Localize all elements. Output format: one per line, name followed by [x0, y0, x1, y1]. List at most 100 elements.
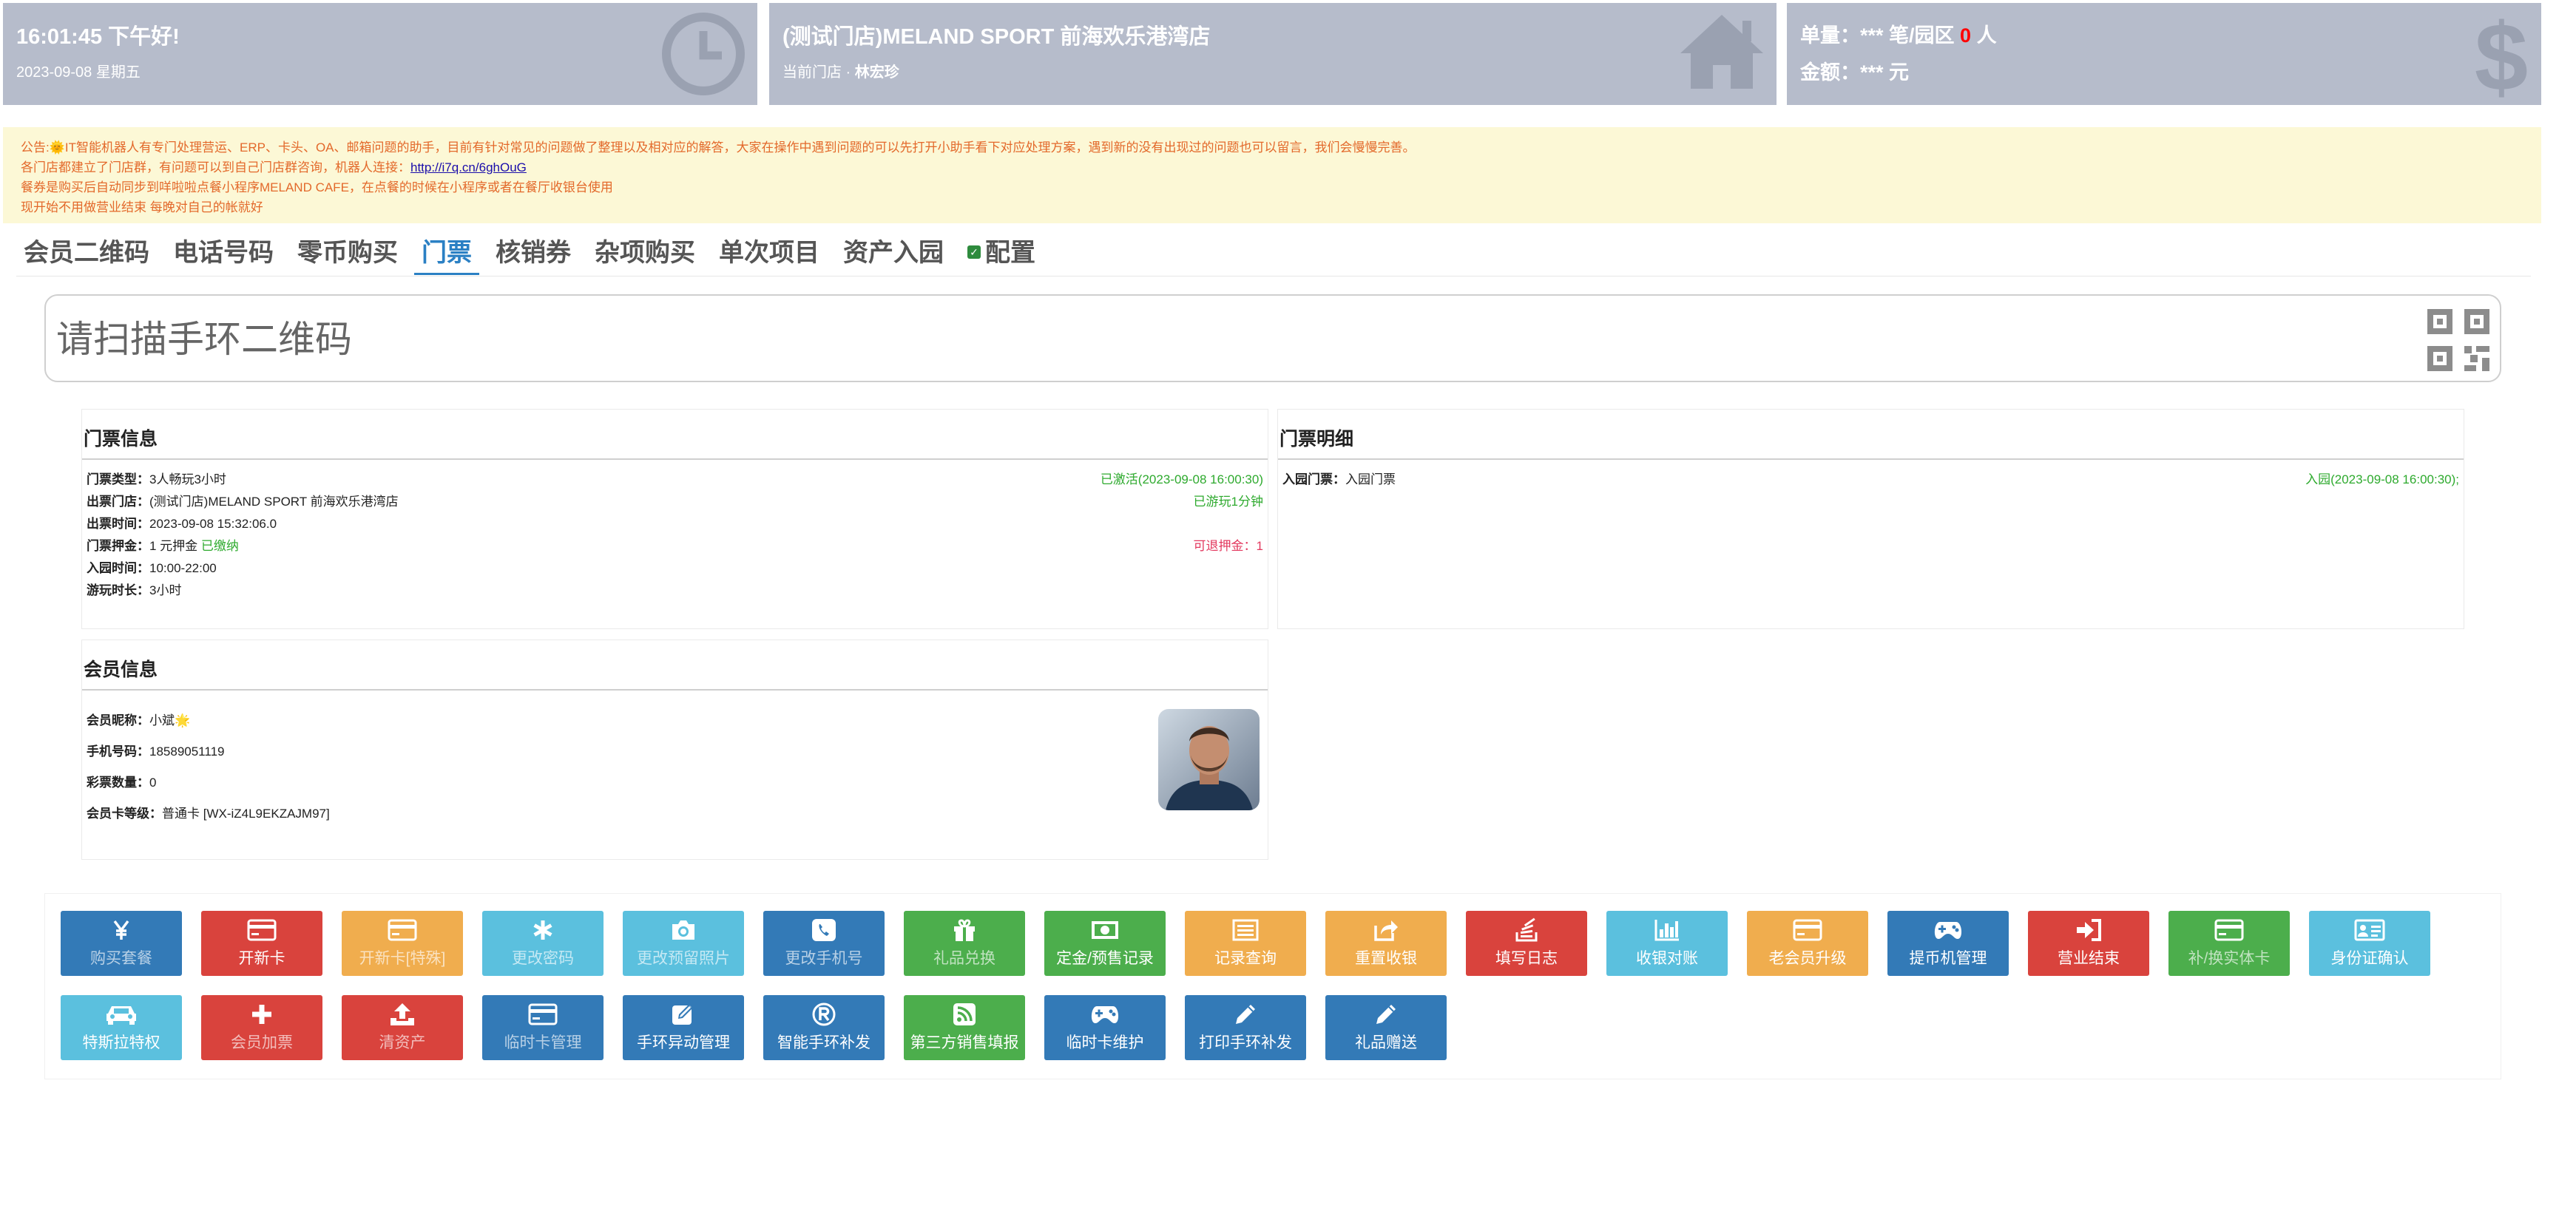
action-button-16[interactable]: 补/换实体卡: [2168, 911, 2290, 976]
action-button-label: 购买套餐: [90, 950, 152, 967]
action-button-19[interactable]: 会员加票: [201, 995, 322, 1060]
ticket-entry-status: 入园(2023-09-08 16:00:30);: [2305, 472, 2459, 486]
ticket-store-label: 出票门店：: [87, 495, 149, 509]
tab-single-item[interactable]: 单次项目: [711, 235, 827, 275]
qrcode-icon[interactable]: [2427, 309, 2489, 375]
checkbox-icon: ✓: [967, 245, 981, 260]
registered-icon: [763, 1001, 885, 1028]
member-nickname-value: 小斌🌟: [149, 713, 191, 727]
ticket-issue-time-label: 出票时间：: [87, 517, 149, 531]
member-info-panel: 会员信息 会员昵称：小斌🌟 手机号码：18589051119 彩票数量：0 会员…: [81, 640, 1268, 860]
action-button-9[interactable]: 记录查询: [1185, 911, 1306, 976]
ticket-entry-row: 入园门票：入园门票 入园(2023-09-08 16:00:30);: [1282, 469, 2459, 491]
clock-icon: [660, 10, 747, 101]
ticket-type-row: 门票类型：3人畅玩3小时 已激活(2023-09-08 16:00:30): [87, 469, 1263, 491]
yen-icon: [61, 917, 182, 943]
tab-config[interactable]: ✓ 配置: [960, 235, 1043, 275]
robot-link[interactable]: http://i7q.cn/6ghOuG: [410, 160, 527, 174]
svg-text:$: $: [2475, 10, 2528, 102]
current-user: 林宏珍: [854, 64, 899, 81]
tab-asset-entry[interactable]: 资产入园: [836, 235, 951, 275]
stats-orders-suffix: 人: [1976, 24, 1997, 47]
action-button-5[interactable]: 更改预留照片: [623, 911, 744, 976]
action-button-7[interactable]: 礼品兑换: [904, 911, 1025, 976]
action-button-1[interactable]: 购买套餐: [61, 911, 182, 976]
action-button-24[interactable]: 第三方销售填报: [904, 995, 1025, 1060]
notice-line-1: 公告:🌞IT智能机器人有专门处理营运、ERP、卡头、OA、邮箱问题的助手，目前有…: [21, 140, 1416, 155]
action-button-label: 更改密码: [512, 950, 574, 967]
ticket-duration-row: 游玩时长：3小时: [87, 580, 1263, 602]
action-button-3[interactable]: 开新卡[特殊]: [342, 911, 463, 976]
dollar-icon: $: [2472, 3, 2531, 105]
action-button-label: 重置收银: [1355, 950, 1417, 967]
ticket-entry-value: 入园门票: [1345, 472, 1396, 486]
action-button-2[interactable]: 开新卡: [201, 911, 322, 976]
asterisk-icon: [482, 917, 604, 943]
ticket-deposit-label: 门票押金：: [87, 539, 149, 553]
action-button-20[interactable]: 清资产: [342, 995, 463, 1060]
member-level-value: 普通卡 [WX-iZ4L9EKZAJM97]: [162, 807, 330, 821]
action-button-label: 记录查询: [1214, 950, 1277, 967]
pencil-icon: [1185, 1001, 1306, 1028]
action-button-13[interactable]: 老会员升级: [1747, 911, 1868, 976]
ticket-detail-title: 门票明细: [1278, 410, 2464, 460]
member-avatar: [1158, 709, 1260, 810]
tab-ticket[interactable]: 门票: [414, 235, 479, 275]
action-button-18[interactable]: 特斯拉特权: [61, 995, 182, 1060]
action-button-23[interactable]: 智能手环补发: [763, 995, 885, 1060]
id-card-icon: [2309, 917, 2430, 943]
notice-line-2: 各门店都建立了门店群，有问题可以到自己门店群咨询，机器人连接：http://i7…: [21, 157, 2523, 177]
action-button-label: 清资产: [379, 1034, 426, 1051]
ticket-type-value: 3人畅玩3小时: [149, 472, 226, 486]
action-button-12[interactable]: 收银对账: [1606, 911, 1728, 976]
ticket-deposit-row: 门票押金：1 元押金 已缴纳 可退押金：1: [87, 535, 1263, 557]
tab-phone[interactable]: 电话号码: [166, 235, 281, 275]
action-button-label: 填写日志: [1495, 950, 1558, 967]
member-level-label: 会员卡等级：: [87, 807, 162, 821]
action-button-21[interactable]: 临时卡管理: [482, 995, 604, 1060]
tab-voucher[interactable]: 核销券: [488, 235, 578, 275]
tab-coin-purchase[interactable]: 零币购买: [290, 235, 405, 275]
action-button-label: 身份证确认: [2330, 950, 2409, 967]
action-button-label: 特斯拉特权: [82, 1034, 160, 1051]
tab-member-qr[interactable]: 会员二维码: [16, 235, 157, 275]
edit-icon: [623, 1001, 744, 1028]
action-button-label: 礼品兑换: [933, 950, 995, 967]
member-lottery-label: 彩票数量：: [87, 776, 149, 790]
action-button-label: 老会员升级: [1768, 950, 1847, 967]
action-button-8[interactable]: 定金/预售记录: [1044, 911, 1166, 976]
notice-line-2-text: 各门店都建立了门店群，有问题可以到自己门店群咨询，机器人连接：: [21, 160, 410, 174]
action-button-25[interactable]: 临时卡维护: [1044, 995, 1166, 1060]
wristband-scan-input[interactable]: [56, 318, 2275, 361]
action-button-17[interactable]: 身份证确认: [2309, 911, 2430, 976]
action-button-label: 收银对账: [1636, 950, 1698, 967]
action-button-26[interactable]: 打印手环补发: [1185, 995, 1306, 1060]
card-icon: [482, 1001, 604, 1028]
action-button-label: 更改预留照片: [637, 950, 730, 967]
share-icon: [1325, 917, 1447, 943]
action-button-4[interactable]: 更改密码: [482, 911, 604, 976]
scan-box: [44, 294, 2501, 382]
tab-misc-purchase[interactable]: 杂项购买: [587, 235, 703, 275]
store-card: (测试门店)MELAND SPORT 前海欢乐港湾店 当前门店 · 林宏珍: [769, 3, 1777, 105]
member-phone-row: 手机号码：18589051119: [87, 736, 1263, 767]
action-button-6[interactable]: 更改手机号: [763, 911, 885, 976]
action-button-22[interactable]: 手环异动管理: [623, 995, 744, 1060]
current-time: 16:01:45 下午好!: [16, 25, 180, 49]
card-icon: [342, 917, 463, 943]
ticket-info-panel: 门票信息 门票类型：3人畅玩3小时 已激活(2023-09-08 16:00:30…: [81, 409, 1268, 629]
stats-orders-count: 0: [1960, 24, 1972, 47]
stats-amount: 金额：*** 元: [1800, 61, 1910, 84]
action-button-11[interactable]: 填写日志: [1466, 911, 1587, 976]
current-date: 2023-09-08 星期五: [16, 64, 141, 81]
action-button-10[interactable]: 重置收银: [1325, 911, 1447, 976]
stats-orders: 单量：*** 笔/园区 0 人: [1800, 19, 1997, 48]
action-button-15[interactable]: 营业结束: [2028, 911, 2149, 976]
action-button-27[interactable]: 礼品赠送: [1325, 995, 1447, 1060]
notice-line-3: 餐券是购买后自动同步到咩啦啦点餐小程序MELAND CAFE，在点餐的时候在小程…: [21, 180, 613, 194]
action-button-label: 打印手环补发: [1199, 1034, 1292, 1051]
tab-bar: 会员二维码 电话号码 零币购买 门票 核销券 杂项购买 单次项目 资产入园 ✓ 配…: [16, 235, 2531, 277]
pencil-icon: [1325, 1001, 1447, 1028]
phone-icon: [763, 917, 885, 943]
action-button-14[interactable]: 提币机管理: [1887, 911, 2009, 976]
